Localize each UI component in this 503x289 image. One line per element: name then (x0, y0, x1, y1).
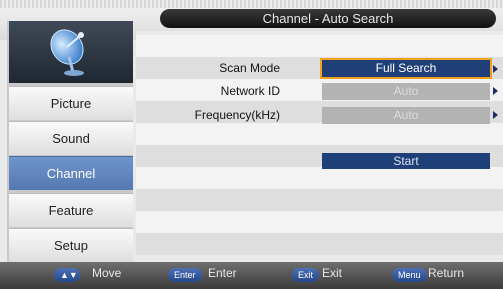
panel-stripe (136, 211, 503, 233)
arrow-right-icon[interactable] (493, 65, 498, 73)
frequency-select[interactable]: Auto (322, 107, 490, 124)
frequency-label: Frequency(kHz) (194, 108, 280, 122)
page-title: Channel - Auto Search (160, 9, 496, 28)
menu-item-channel[interactable]: Channel (9, 156, 133, 190)
return-hint-label: Return (428, 266, 465, 280)
exit-hint-label: Exit (322, 266, 343, 280)
arrow-right-icon[interactable] (493, 111, 498, 119)
panel-stripe (136, 167, 503, 189)
menu-item-sound[interactable]: Sound (9, 121, 133, 155)
arrow-right-icon[interactable] (493, 87, 498, 95)
move-key-icon: ▲▼ (54, 268, 80, 282)
satellite-dish-icon (50, 29, 84, 76)
menu-item-feature[interactable]: Feature (9, 193, 133, 227)
panel-stripe (136, 123, 503, 145)
scan-mode-select[interactable]: Full Search (320, 58, 492, 79)
start-button[interactable]: Start (322, 153, 490, 169)
enter-key-icon: Enter (168, 268, 202, 282)
exit-key-icon: Exit (292, 268, 320, 282)
network-id-label: Network ID (220, 84, 280, 98)
top-decor-strip (0, 0, 503, 8)
menu-key-icon: Menu (392, 268, 427, 282)
panel-stripe (136, 35, 503, 57)
network-id-select[interactable]: Auto (322, 83, 490, 100)
panel-stripe (136, 189, 503, 211)
panel-stripe (136, 233, 503, 255)
move-hint-label: Move (92, 266, 122, 280)
scan-mode-label: Scan Mode (219, 61, 280, 75)
menu-item-setup[interactable]: Setup (9, 228, 133, 262)
enter-hint-label: Enter (208, 266, 237, 280)
